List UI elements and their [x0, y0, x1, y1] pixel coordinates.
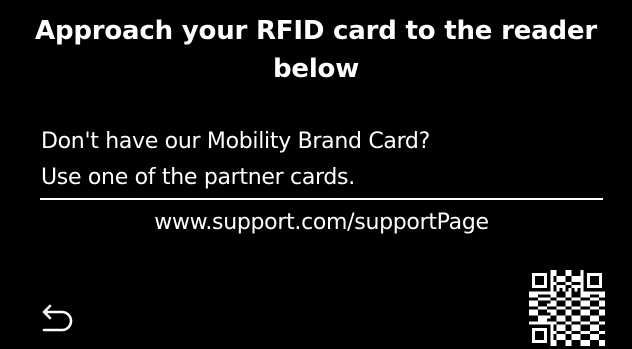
partner-card-info: Don't have our Mobility Brand Card? Use …	[41, 124, 430, 196]
back-arrow-icon	[42, 304, 73, 332]
title-line-2: below	[272, 54, 360, 84]
info-line-2: Use one of the partner cards.	[41, 165, 355, 190]
page-title: Approach your RFID card to the reader be…	[20, 12, 612, 88]
info-line-1: Don't have our Mobility Brand Card?	[41, 129, 430, 154]
qr-code-image	[529, 270, 605, 346]
rfid-screen: Approach your RFID card to the reader be…	[0, 0, 632, 349]
qr-code-icon	[529, 270, 605, 346]
divider	[40, 198, 603, 200]
title-line-1: Approach your RFID card to the reader	[35, 16, 597, 46]
support-url: www.support.com/supportPage	[154, 210, 489, 235]
back-button[interactable]	[36, 302, 80, 340]
